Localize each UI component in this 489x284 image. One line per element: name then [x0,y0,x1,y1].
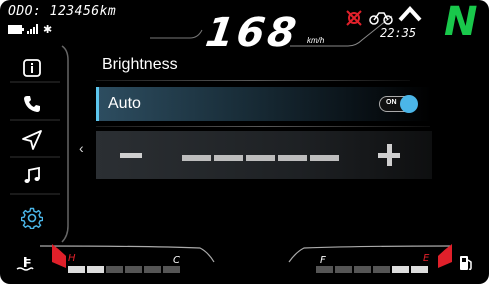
dashboard-screen: ODO: 123456km ✱ 168 km/h 22:35 N Brightn… [0,0,489,284]
settings-icon [21,207,43,229]
temp-hot-label: H [68,253,76,264]
brightness-slider[interactable] [96,131,432,179]
fuel-empty-label: E [423,253,430,264]
row-divider [96,126,430,127]
brightness-segment [214,155,243,161]
back-chevron[interactable]: ‹ [79,140,84,156]
brightness-segment [182,155,211,161]
auto-label: Auto [108,95,141,112]
navigation-icon [22,130,42,150]
brightness-segment [310,155,339,161]
auto-toggle[interactable]: ON [379,95,418,113]
sidebar-item-music[interactable] [12,160,52,192]
brightness-segment [246,155,275,161]
title-divider [96,80,410,81]
sidebar-item-navigation[interactable] [12,124,52,156]
temp-gauge-bar [68,266,180,273]
auto-brightness-row[interactable]: Auto ON [96,87,432,121]
speed-unit: km/h [307,36,325,45]
brightness-level [182,155,339,161]
shift-up-icon [398,6,422,22]
clock: 22:35 [380,26,417,40]
toggle-knob [400,95,418,113]
temp-cold-label: C [173,255,180,266]
coolant-temp-icon [16,257,34,271]
phone-icon [24,96,40,112]
motorcycle-icon [369,12,393,25]
info-icon [23,59,41,77]
fuel-gauge-bar [316,266,428,273]
page-title: Brightness [102,56,178,73]
music-icon [24,166,40,183]
fuel-pump-icon [460,256,472,271]
speed-readout: 168 [202,10,302,56]
fuel-full-label: F [320,255,326,266]
gear-indicator: N [444,0,478,45]
sidebar-item-info[interactable] [12,52,52,84]
sidebar-item-settings[interactable] [12,202,52,234]
warning-light-icon [346,10,362,26]
toggle-on-label: ON [386,99,397,106]
sidebar-item-phone[interactable] [12,88,52,120]
decrease-button[interactable] [120,153,142,158]
brightness-segment [278,155,307,161]
increase-button[interactable] [378,144,400,166]
